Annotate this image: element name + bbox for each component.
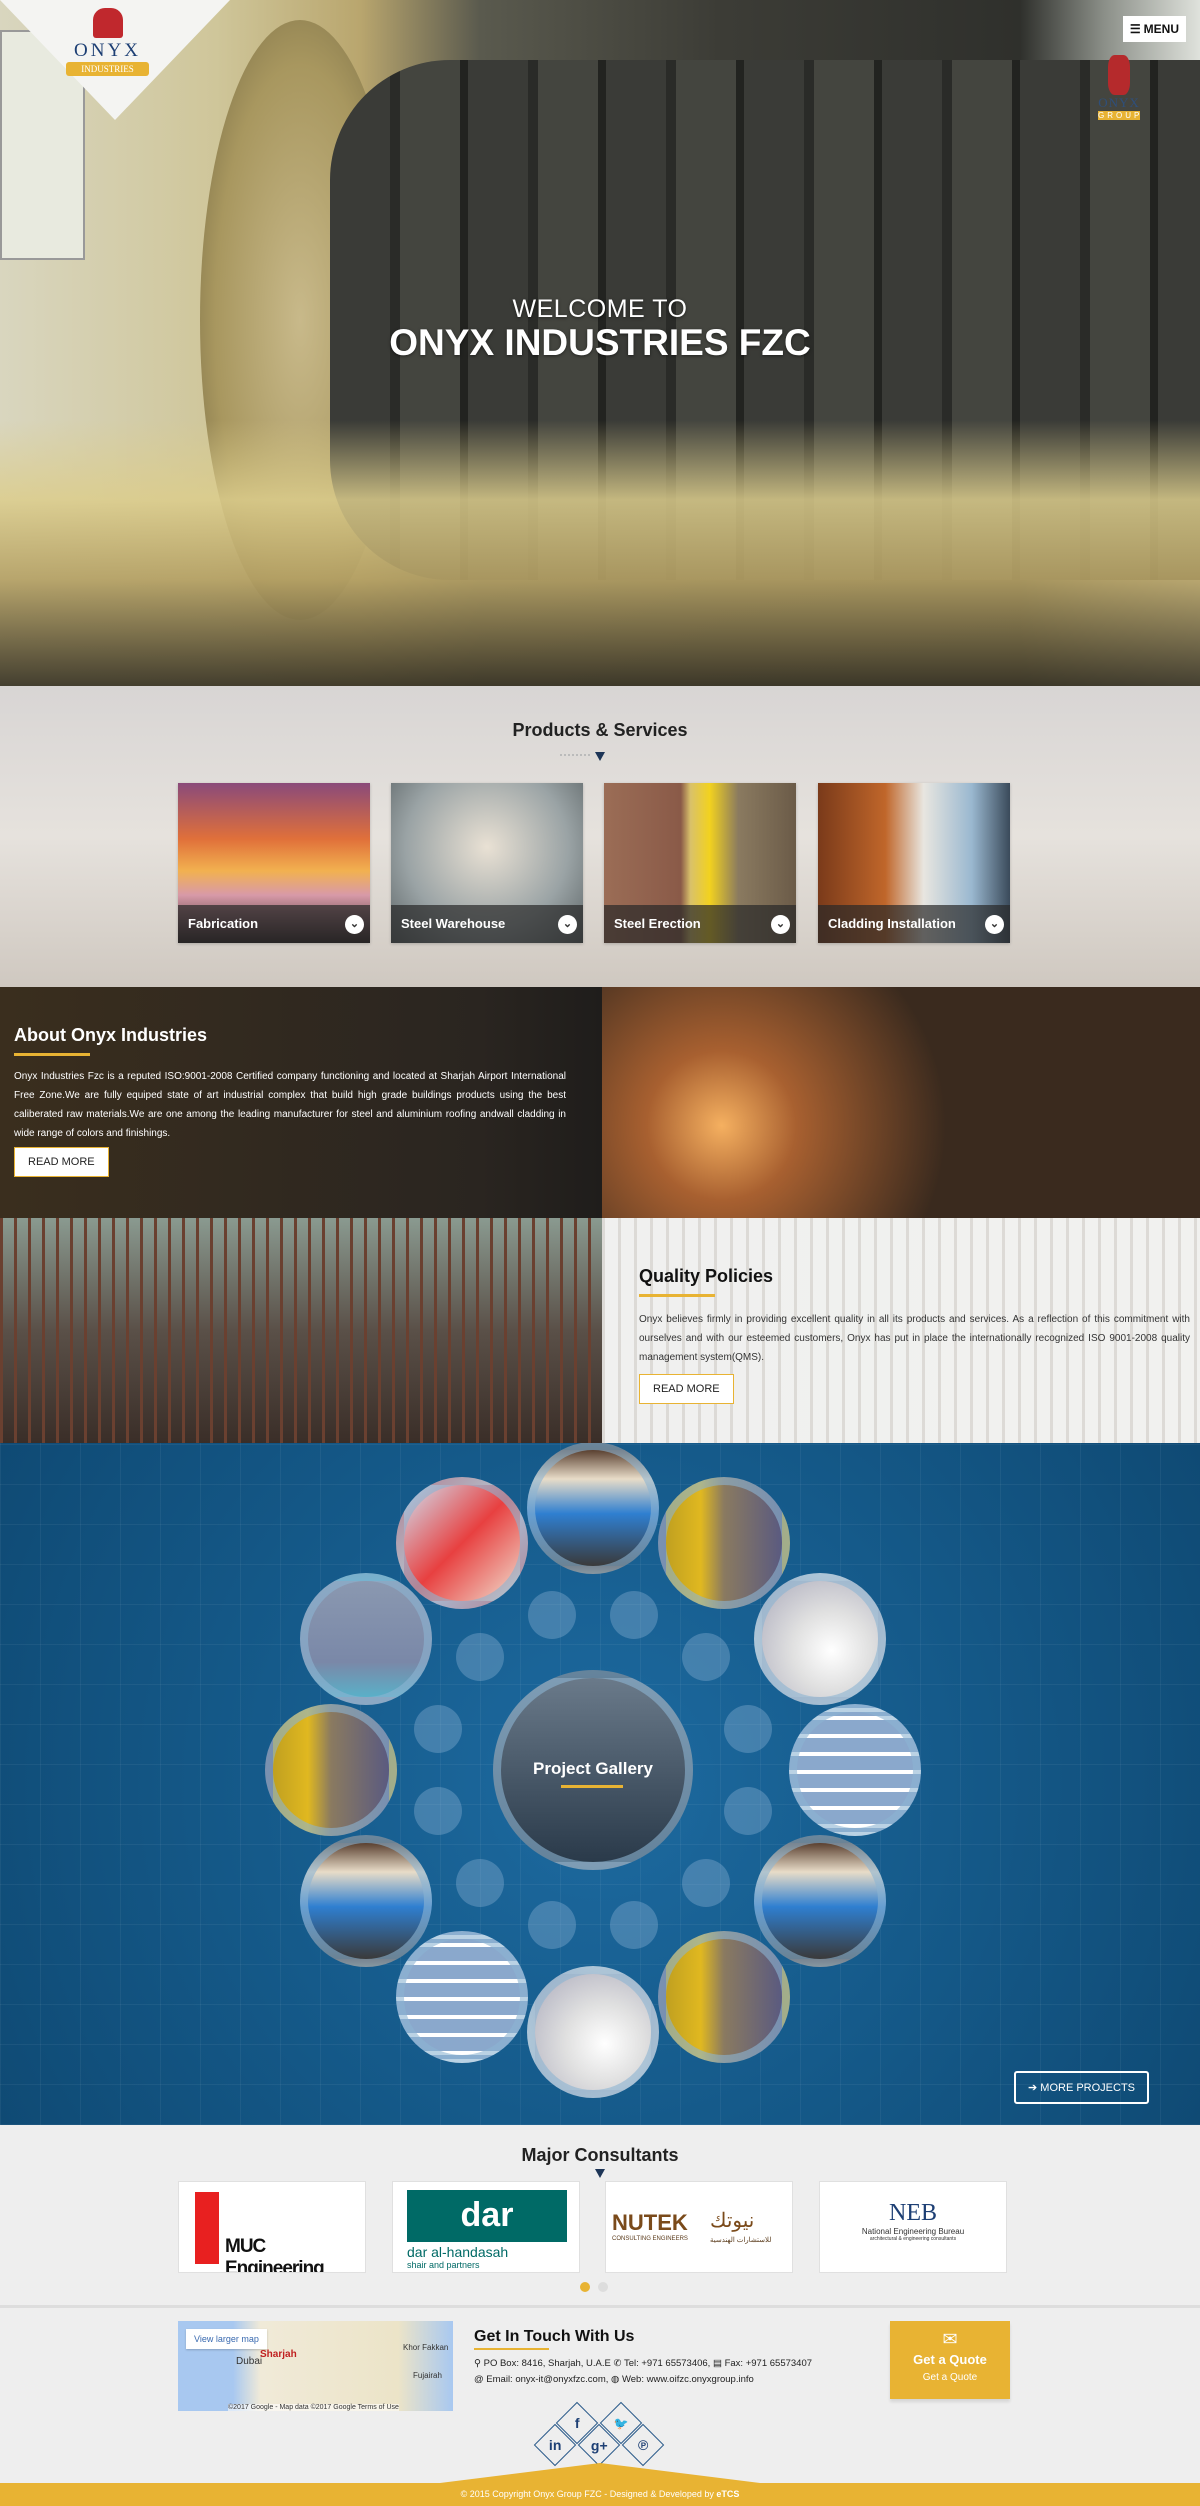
consultant-logo-muc[interactable]: MUC Engineering	[178, 2181, 366, 2273]
view-larger-map-link[interactable]: View larger map	[186, 2329, 267, 2349]
title-separator	[560, 2169, 640, 2179]
title-separator	[560, 752, 640, 762]
workers-rebar-image	[0, 1218, 602, 1443]
product-card-steel-erection[interactable]: Steel Erection ⌄	[604, 783, 796, 943]
consultant-logo-dar[interactable]: dar dar al-handasah shair and partners	[392, 2181, 580, 2273]
gallery-thumbnail[interactable]	[527, 1443, 659, 1574]
at-icon: @	[474, 2374, 487, 2385]
chevron-down-icon[interactable]: ⌄	[345, 915, 364, 934]
consultants-section: Major Consultants MUC Engineering dar da…	[0, 2125, 1200, 2305]
gallery-bubble	[455, 1632, 504, 1681]
get-a-quote-button[interactable]: ✉ Get a Quote Get a Quote	[890, 2321, 1010, 2399]
gallery-thumbnail[interactable]	[658, 1930, 790, 2063]
footer: View larger map Dubai Sharjah Khor Fakka…	[0, 2305, 1200, 2506]
gallery-bubble	[455, 1859, 504, 1908]
product-card-steel-warehouse[interactable]: Steel Warehouse ⌄	[391, 783, 583, 943]
consultant-logo-nutek[interactable]: NUTEK CONSULTING ENGINEERS نيوتك للاستشا…	[605, 2181, 793, 2273]
chevron-down-icon[interactable]: ⌄	[771, 915, 790, 934]
quality-title: Quality Policies	[639, 1266, 774, 1286]
product-card-fabrication[interactable]: Fabrication ⌄	[178, 783, 370, 943]
products-section: Products & Services Fabrication ⌄ Steel W…	[0, 686, 1200, 987]
phone-icon: ✆	[613, 2358, 624, 2369]
more-projects-button[interactable]: ➔ MORE PROJECTS	[1014, 2071, 1150, 2104]
onyx-industries-logo[interactable]: ONYX INDUSTRIES	[60, 8, 155, 76]
gallery-bubble	[414, 1704, 463, 1753]
carousel-pagination	[580, 2282, 608, 2292]
twitter-icon: 🐦	[613, 2415, 629, 2430]
about-section: About Onyx Industries Onyx Industries Fz…	[0, 987, 1200, 1218]
gallery-thumbnail[interactable]	[300, 1573, 433, 1705]
globe-icon: ◍	[611, 2374, 622, 2385]
gallery-thumbnail[interactable]	[658, 1477, 790, 1610]
hero-banner: ONYX INDUSTRIES ☰ MENU ONYX GROUP WELCOME…	[0, 0, 1200, 686]
arrow-down-icon	[595, 752, 605, 761]
carousel-dot-1[interactable]	[580, 2282, 590, 2292]
product-card-cladding-installation[interactable]: Cladding Installation ⌄	[818, 783, 1010, 943]
gallery-bubble	[723, 1787, 772, 1836]
gallery-bubble	[682, 1632, 731, 1681]
gallery-bubble	[723, 1704, 772, 1753]
gallery-bubble	[527, 1591, 576, 1640]
project-gallery-section: Project Gallery ➔ MORE PROJECTS	[0, 1443, 1200, 2125]
contact-title: Get In Touch With Us	[474, 2328, 635, 2345]
hamburger-icon: ☰	[1129, 22, 1141, 36]
about-read-more-button[interactable]: READ MORE	[14, 1147, 109, 1177]
about-text: Onyx Industries Fzc is a reputed ISO:900…	[14, 1071, 566, 1139]
hero-title: ONYX INDUSTRIES FZC	[389, 322, 811, 363]
quality-text: Onyx believes firmly in providing excell…	[639, 1314, 1190, 1363]
chevron-down-icon[interactable]: ⌄	[985, 915, 1004, 934]
menu-button[interactable]: ☰ MENU	[1122, 16, 1186, 42]
onyx-group-logo: ONYX GROUP	[1098, 55, 1140, 120]
gallery-thumbnail[interactable]	[396, 1930, 528, 2063]
carousel-dot-2[interactable]	[598, 2282, 608, 2292]
copyright-bar: © 2015 Copyright Onyx Group FZC - Design…	[0, 2483, 1200, 2506]
google-map[interactable]: View larger map Dubai Sharjah Khor Fakka…	[178, 2321, 453, 2411]
lion-crest-icon	[92, 8, 123, 38]
hero-welcome: WELCOME TO	[512, 295, 688, 323]
gallery-thumbnail[interactable]	[265, 1704, 397, 1836]
section-title: Products & Services	[512, 720, 688, 740]
gallery-title: Project Gallery	[532, 1759, 653, 1778]
map-marker-icon: ⚲	[474, 2358, 484, 2369]
section-title: Major Consultants	[521, 2145, 679, 2165]
gallery-thumbnail[interactable]	[789, 1704, 921, 1836]
quality-section: Quality Policies Onyx believes firmly in…	[0, 1218, 1200, 1443]
gallery-thumbnail[interactable]	[300, 1835, 433, 1967]
facebook-icon: f	[574, 2414, 580, 2431]
gallery-bubble	[682, 1859, 731, 1908]
arrow-circle-right-icon: ➔	[1028, 2082, 1041, 2094]
linkedin-icon: in	[548, 2436, 562, 2453]
fax-icon: ▤	[712, 2358, 725, 2369]
gallery-bubble	[610, 1900, 659, 1949]
about-title: About Onyx Industries	[14, 1025, 208, 1045]
google-plus-icon: g+	[590, 2436, 608, 2453]
arrow-down-icon	[595, 2169, 605, 2178]
pinterest-icon: ℗	[637, 2436, 649, 2453]
envelope-icon: ✉	[942, 2329, 958, 2349]
gallery-thumbnail[interactable]	[753, 1573, 886, 1705]
chevron-down-icon[interactable]: ⌄	[558, 915, 577, 934]
gallery-thumbnail[interactable]	[396, 1477, 528, 1610]
gallery-thumbnail[interactable]	[527, 1966, 659, 2098]
gallery-bubble	[527, 1900, 576, 1949]
quality-read-more-button[interactable]: READ MORE	[639, 1374, 734, 1404]
consultant-logo-neb[interactable]: NEB National Engineering Bureau architec…	[819, 2181, 1007, 2273]
welding-image	[602, 987, 1200, 1218]
gallery-thumbnail[interactable]	[753, 1835, 886, 1967]
